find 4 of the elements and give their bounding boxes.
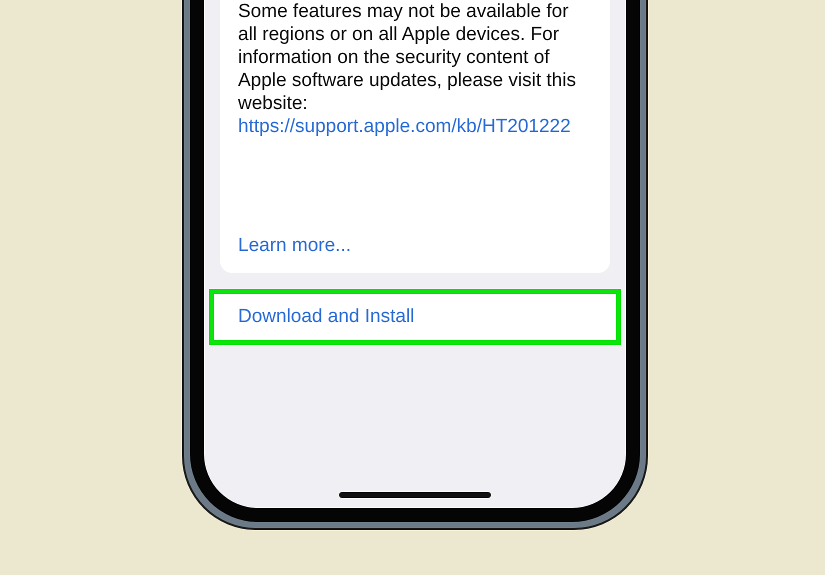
update-description: Some features may not be available for all regions or on all Apple devices. For information on the security content of Apple software updates, please visit this website:: [238, 0, 577, 115]
support-link[interactable]: https://support.apple.com/kb/HT201222: [238, 115, 571, 138]
learn-more-link[interactable]: Learn more...: [238, 234, 351, 257]
download-install-button[interactable]: Download and Install: [214, 294, 616, 340]
